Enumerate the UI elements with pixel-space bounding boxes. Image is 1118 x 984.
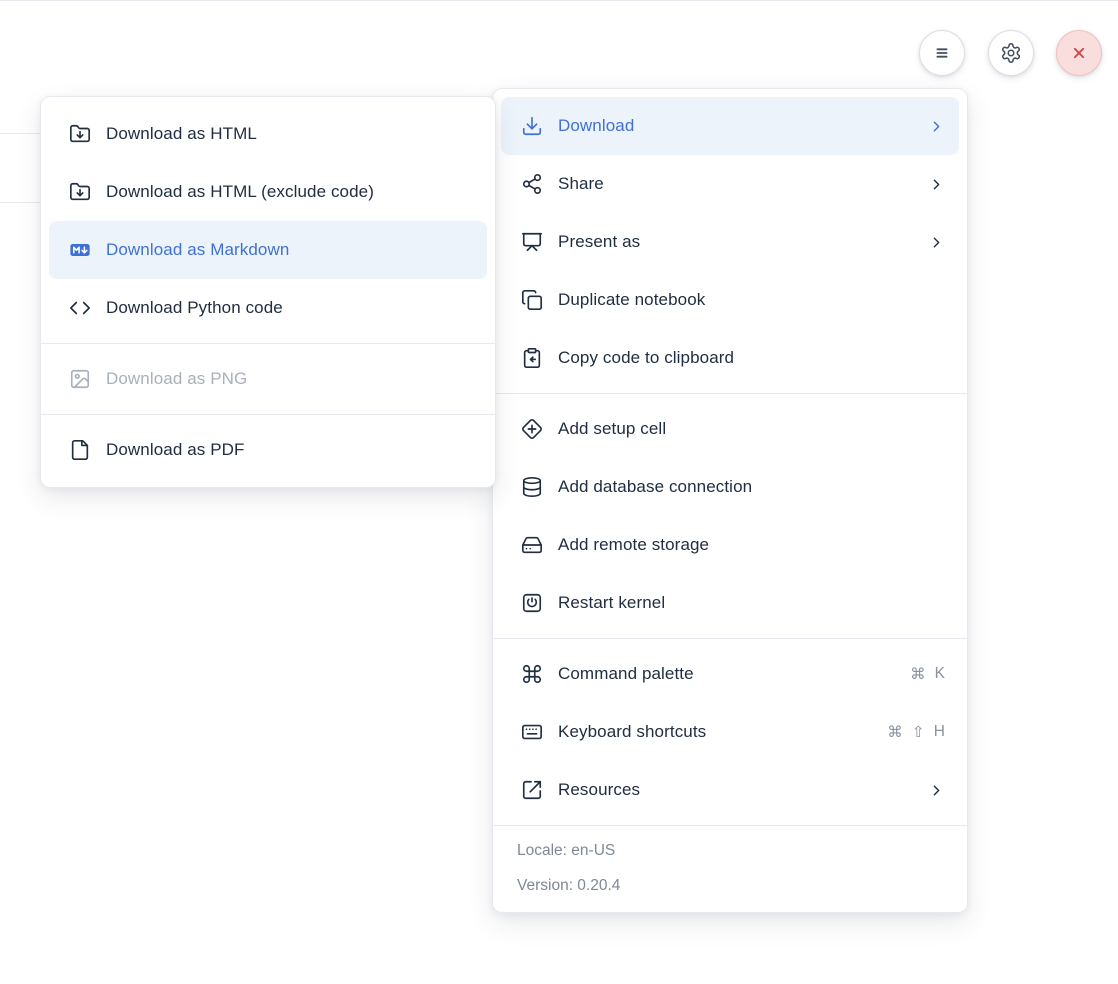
menu-item-download[interactable]: Download	[501, 97, 959, 155]
menu-divider	[493, 638, 967, 639]
menu-item-label: Keyboard shortcuts	[558, 722, 872, 742]
menu-group: Download Share Present as Duplicate noteboo…	[493, 97, 967, 387]
page-top-border	[0, 0, 1118, 1]
notebook-page: Download as HTML Download as HTML (exclud…	[0, 0, 1118, 984]
menu-group: Download as PDF	[41, 421, 495, 479]
chevron-right-icon	[928, 118, 945, 135]
menu-item-share[interactable]: Share	[501, 155, 959, 213]
menu-item-resources[interactable]: Resources	[501, 761, 959, 819]
settings-button[interactable]	[988, 30, 1034, 76]
download-icon	[521, 115, 543, 137]
menu-item-label: Download Python code	[106, 298, 473, 318]
gear-icon	[1000, 42, 1022, 64]
chevron-right-icon	[928, 782, 945, 799]
menu-item-label: Download as HTML (exclude code)	[106, 182, 473, 202]
menu-group: Download as PNG	[41, 350, 495, 408]
menu-item-download-as-html-exclude-code[interactable]: Download as HTML (exclude code)	[49, 163, 487, 221]
shortcut-key: ⌘	[910, 665, 926, 684]
folder-down-icon	[69, 123, 91, 145]
menu-item-label: Duplicate notebook	[558, 290, 945, 310]
menu-item-label: Command palette	[558, 664, 895, 684]
menu-item-copy-code-to-clipboard[interactable]: Copy code to clipboard	[501, 329, 959, 387]
shortcut-hint: ⌘ ⇧ H	[887, 723, 945, 742]
cell-boundary-line	[0, 202, 41, 203]
database-icon	[521, 476, 543, 498]
shortcut-key: H	[934, 723, 945, 742]
menu-item-label: Resources	[558, 780, 913, 800]
image-icon	[69, 368, 91, 390]
menu-divider	[41, 343, 495, 344]
shortcut-key: ⇧	[912, 723, 925, 742]
code-icon	[69, 297, 91, 319]
power-square-icon	[521, 592, 543, 614]
menu-item-download-as-png: Download as PNG	[49, 350, 487, 408]
menu-item-label: Download	[558, 116, 913, 136]
menu-item-label: Download as PDF	[106, 440, 473, 460]
chevron-right-icon	[928, 176, 945, 193]
shutdown-button[interactable]	[1056, 30, 1102, 76]
menu-item-label: Add database connection	[558, 477, 945, 497]
shortcut-key: K	[935, 665, 945, 684]
close-icon	[1069, 43, 1089, 63]
menu-divider	[41, 414, 495, 415]
download-submenu: Download as HTML Download as HTML (exclud…	[40, 96, 496, 488]
folder-down-icon	[69, 181, 91, 203]
menu-item-label: Add remote storage	[558, 535, 945, 555]
keyboard-icon	[521, 721, 543, 743]
menu-item-label: Download as PNG	[106, 369, 473, 389]
menu-group: Add setup cell Add database connection Add…	[493, 400, 967, 632]
menu-item-label: Download as HTML	[106, 124, 473, 144]
share-icon	[521, 173, 543, 195]
presentation-icon	[521, 231, 543, 253]
menu-item-download-as-pdf[interactable]: Download as PDF	[49, 421, 487, 479]
menu-item-restart-kernel[interactable]: Restart kernel	[501, 574, 959, 632]
markdown-badge-icon	[69, 239, 91, 261]
shortcut-hint: ⌘K	[910, 665, 945, 684]
hamburger-menu-icon	[931, 42, 953, 64]
menu-item-download-python-code[interactable]: Download Python code	[49, 279, 487, 337]
menu-group: Download as HTML Download as HTML (exclud…	[41, 105, 495, 337]
command-icon	[521, 663, 543, 685]
menu-group: Command palette⌘KKeyboard shortcuts⌘⇧HRe…	[493, 645, 967, 819]
locale-text: Locale: en-US	[517, 833, 951, 868]
hard-drive-icon	[521, 534, 543, 556]
menu-item-download-as-markdown[interactable]: Download as Markdown	[49, 221, 487, 279]
external-link-icon	[521, 779, 543, 801]
duplicate-pages-icon	[521, 289, 543, 311]
shortcut-key: ⌘	[887, 723, 903, 742]
menu-item-label: Share	[558, 174, 913, 194]
menu-footer: Locale: en-US Version: 0.20.4	[493, 825, 967, 912]
menu-item-label: Download as Markdown	[106, 240, 473, 260]
menu-item-add-remote-storage[interactable]: Add remote storage	[501, 516, 959, 574]
menu-item-download-as-html[interactable]: Download as HTML	[49, 105, 487, 163]
menu-item-label: Copy code to clipboard	[558, 348, 945, 368]
menu-item-present-as[interactable]: Present as	[501, 213, 959, 271]
menu-item-command-palette[interactable]: Command palette⌘K	[501, 645, 959, 703]
menu-item-label: Restart kernel	[558, 593, 945, 613]
menu-item-label: Present as	[558, 232, 913, 252]
clipboard-arrow-icon	[521, 347, 543, 369]
notebook-actions-menu: Download Share Present as Duplicate noteboo…	[492, 88, 968, 913]
cell-boundary-line	[0, 133, 41, 134]
menu-item-label: Add setup cell	[558, 419, 945, 439]
menu-divider	[493, 393, 967, 394]
menu-item-keyboard-shortcuts[interactable]: Keyboard shortcuts ⌘ ⇧ H	[501, 703, 959, 761]
chevron-right-icon	[928, 234, 945, 251]
diamond-plus-icon	[521, 418, 543, 440]
version-text: Version: 0.20.4	[517, 868, 951, 903]
menu-item-duplicate-notebook[interactable]: Duplicate notebook	[501, 271, 959, 329]
menu-item-add-database-connection[interactable]: Add database connection	[501, 458, 959, 516]
notebook-menu-button[interactable]	[919, 30, 965, 76]
menu-item-add-setup-cell[interactable]: Add setup cell	[501, 400, 959, 458]
file-icon	[69, 439, 91, 461]
